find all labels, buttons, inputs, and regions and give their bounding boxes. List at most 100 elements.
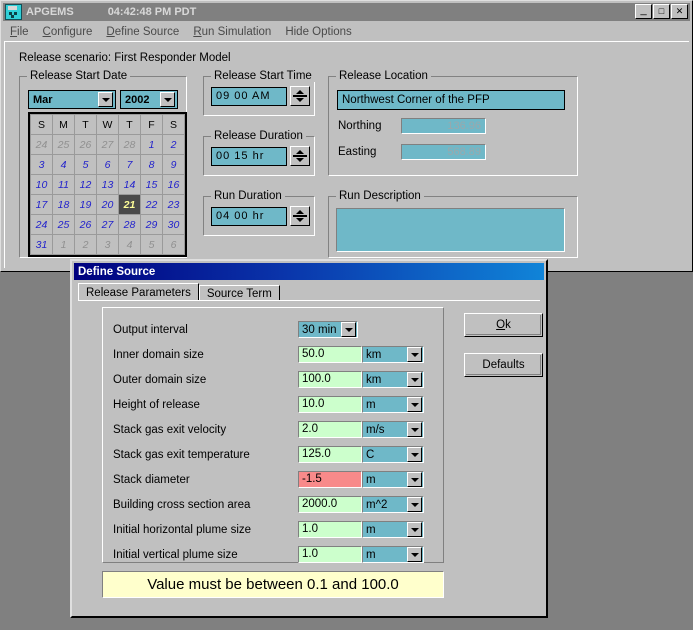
release-duration-value[interactable]: 00 15 hr [211, 146, 287, 166]
calendar-day[interactable]: 28 [118, 134, 141, 155]
calendar-day[interactable]: 7 [118, 154, 141, 175]
calendar-day[interactable]: 17 [30, 194, 53, 215]
release-start-time-spinner[interactable] [290, 86, 310, 106]
calendar-day[interactable]: 2 [74, 234, 97, 255]
chevron-down-icon[interactable] [98, 92, 113, 107]
calendar-day[interactable]: 24 [30, 134, 53, 155]
calendar-day[interactable]: 25 [52, 214, 75, 235]
param-value-input[interactable]: 100.0 [298, 371, 362, 388]
chevron-down-icon[interactable] [407, 547, 422, 562]
param-unit-dropdown[interactable]: km [362, 346, 424, 363]
calendar-day[interactable]: 3 [96, 234, 119, 255]
param-value-input[interactable]: -1.5 [298, 471, 362, 488]
chevron-down-icon[interactable] [407, 397, 422, 412]
param-unit-dropdown[interactable]: m [362, 471, 424, 488]
param-value-input[interactable]: 125.0 [298, 446, 362, 463]
param-unit-dropdown[interactable]: m^2 [362, 496, 424, 513]
calendar-day[interactable]: 9 [162, 154, 185, 175]
maximize-button[interactable]: □ [653, 4, 670, 19]
calendar-day[interactable]: 23 [162, 194, 185, 215]
param-value-input[interactable]: 2.0 [298, 421, 362, 438]
release-duration-spinner[interactable] [290, 146, 310, 166]
calendar-day[interactable]: 26 [74, 134, 97, 155]
release-duration-control[interactable]: 00 15 hr [211, 146, 310, 166]
defaults-button[interactable]: Defaults [464, 353, 543, 377]
tab-release-parameters[interactable]: Release Parameters [78, 283, 199, 301]
release-start-time-value[interactable]: 09 00 AM [211, 86, 287, 106]
calendar-day[interactable]: 24 [30, 214, 53, 235]
param-value-input[interactable]: 1.0 [298, 521, 362, 538]
calendar-day[interactable]: 1 [140, 134, 163, 155]
param-unit-dropdown[interactable]: C [362, 446, 424, 463]
calendar-day[interactable]: 5 [74, 154, 97, 175]
calendar-day[interactable]: 2 [162, 134, 185, 155]
calendar-day[interactable]: 31 [30, 234, 53, 255]
calendar-day-selected[interactable]: 21 [118, 194, 141, 215]
chevron-down-icon[interactable] [407, 347, 422, 362]
chevron-down-icon[interactable] [160, 92, 175, 107]
calendar-day[interactable]: 13 [96, 174, 119, 195]
calendar-day[interactable]: 3 [30, 154, 53, 175]
run-duration-value[interactable]: 04 00 hr [211, 206, 287, 226]
release-location-dropdown[interactable]: Northwest Corner of the PFP [337, 90, 565, 110]
ok-button[interactable]: Ok [464, 313, 543, 337]
menu-hide-options[interactable]: Hide Options [278, 25, 358, 39]
month-dropdown[interactable]: Mar [28, 90, 116, 109]
menu-define-source[interactable]: Define Source [99, 25, 186, 39]
param-value-input[interactable]: 2000.0 [298, 496, 362, 513]
calendar-day[interactable]: 22 [140, 194, 163, 215]
chevron-down-icon[interactable] [407, 447, 422, 462]
param-unit-dropdown[interactable]: m [362, 396, 424, 413]
calendar-day[interactable]: 6 [162, 234, 185, 255]
param-value-input[interactable]: 10.0 [298, 396, 362, 413]
calendar-day[interactable]: 1 [52, 234, 75, 255]
calendar-day[interactable]: 25 [52, 134, 75, 155]
param-value-input[interactable]: 50.0 [298, 346, 362, 363]
chevron-down-icon[interactable] [407, 422, 422, 437]
calendar-day[interactable]: 27 [96, 214, 119, 235]
calendar-grid[interactable]: S M T W T F S 24 25 26 27 28 1 2 3 4 5 6 7 8 9 10 11 12 13 14 15 16… [28, 112, 187, 257]
calendar-day[interactable]: 8 [140, 154, 163, 175]
menu-configure[interactable]: Configure [36, 25, 100, 39]
tab-source-term[interactable]: Source Term [198, 285, 280, 301]
param-unit-dropdown[interactable]: m/s [362, 421, 424, 438]
calendar-day[interactable]: 10 [30, 174, 53, 195]
calendar-day[interactable]: 12 [74, 174, 97, 195]
param-unit-dropdown[interactable]: m [362, 521, 424, 538]
apgems-app-icon[interactable] [5, 4, 22, 20]
calendar-day[interactable]: 20 [96, 194, 119, 215]
chevron-down-icon[interactable] [407, 472, 422, 487]
param-value-input[interactable]: 1.0 [298, 546, 362, 563]
calendar-day[interactable]: 4 [52, 154, 75, 175]
release-start-time-control[interactable]: 09 00 AM [211, 86, 310, 106]
calendar-day[interactable]: 5 [140, 234, 163, 255]
menu-run-simulation[interactable]: Run Simulation [186, 25, 278, 39]
calendar-day[interactable]: 26 [74, 214, 97, 235]
calendar-day[interactable]: 28 [118, 214, 141, 235]
param-unit-dropdown[interactable]: km [362, 371, 424, 388]
chevron-down-icon[interactable] [407, 372, 422, 387]
calendar-day[interactable]: 4 [118, 234, 141, 255]
calendar-day[interactable]: 29 [140, 214, 163, 235]
calendar-day[interactable]: 11 [52, 174, 75, 195]
calendar-day[interactable]: 19 [74, 194, 97, 215]
chevron-down-icon[interactable] [341, 322, 356, 337]
minimize-button[interactable]: _ [635, 4, 652, 19]
menu-file[interactable]: File [3, 25, 36, 39]
calendar-day[interactable]: 6 [96, 154, 119, 175]
calendar-day[interactable]: 16 [162, 174, 185, 195]
run-duration-spinner[interactable] [290, 206, 310, 226]
close-button[interactable]: ✕ [671, 4, 688, 19]
year-dropdown[interactable]: 2002 [120, 90, 178, 109]
chevron-down-icon[interactable] [407, 522, 422, 537]
param-unit-dropdown[interactable]: m [362, 546, 424, 563]
output-interval-dropdown[interactable]: 30 min [298, 321, 358, 338]
run-duration-control[interactable]: 04 00 hr [211, 206, 310, 226]
calendar-day[interactable]: 30 [162, 214, 185, 235]
calendar-day[interactable]: 18 [52, 194, 75, 215]
calendar-day[interactable]: 27 [96, 134, 119, 155]
calendar-day[interactable]: 15 [140, 174, 163, 195]
run-description-textarea[interactable] [336, 208, 565, 252]
calendar-day[interactable]: 14 [118, 174, 141, 195]
chevron-down-icon[interactable] [407, 497, 422, 512]
